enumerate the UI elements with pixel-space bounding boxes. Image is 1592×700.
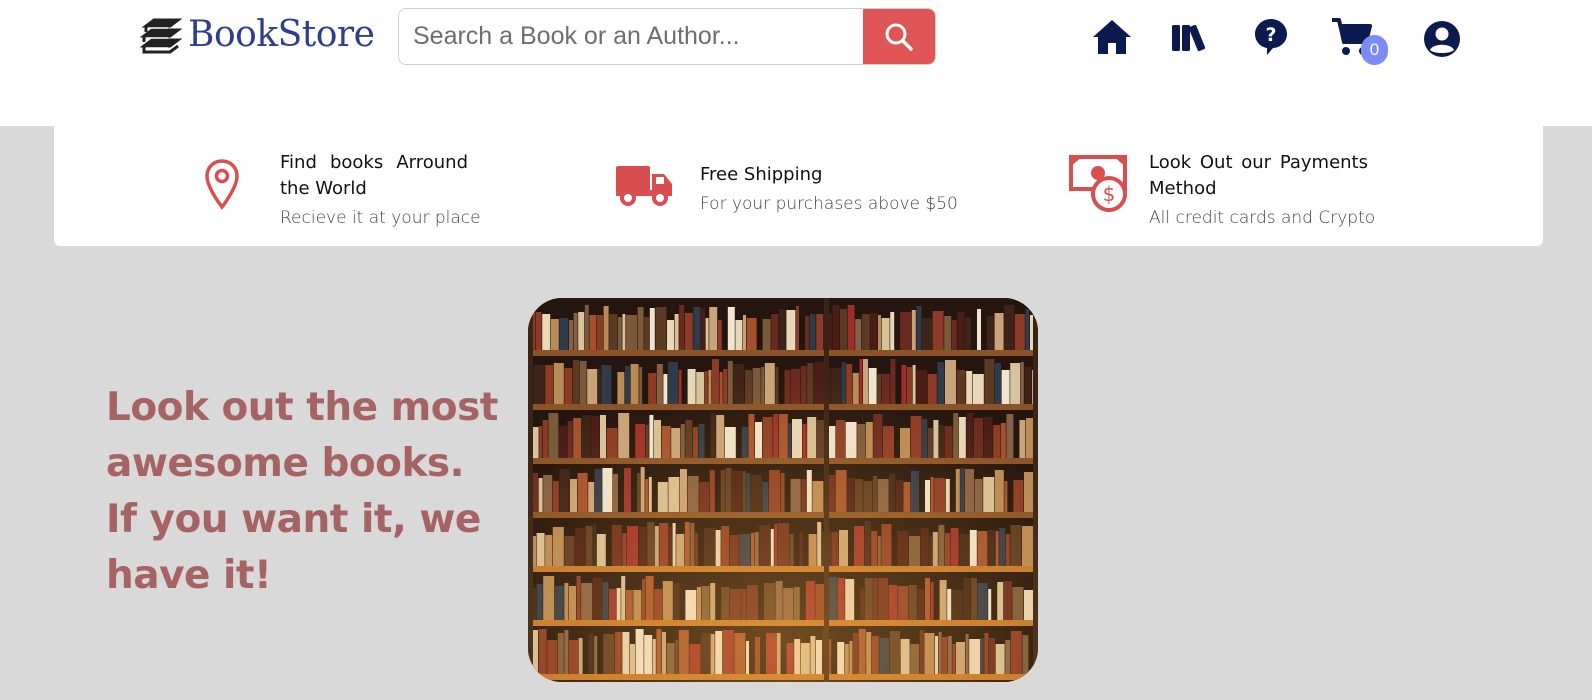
- map-pin-icon: [205, 159, 239, 210]
- nav-books[interactable]: [1167, 14, 1213, 60]
- nav-account[interactable]: [1419, 16, 1465, 62]
- home-icon: [1093, 20, 1131, 54]
- books-stack-icon: [140, 18, 182, 54]
- bookshelf-illustration: [528, 298, 1038, 682]
- search-button[interactable]: [863, 9, 935, 64]
- logo[interactable]: BookStore: [140, 4, 375, 64]
- feature-subtitle: For your purchases above $50: [700, 194, 958, 214]
- help-icon: ?: [1255, 19, 1287, 55]
- books-icon: [1172, 24, 1206, 52]
- features-strip: Find books Arround the World Recieve it …: [54, 126, 1543, 246]
- logo-text: BookStore: [188, 13, 375, 55]
- account-icon: [1424, 21, 1460, 57]
- site-header: BookStore ?: [0, 0, 1592, 126]
- feature-title: Find books Arround the World: [280, 152, 468, 199]
- feature-free-shipping: Free Shipping For your purchases above $…: [554, 126, 1034, 246]
- nav-help[interactable]: ?: [1248, 14, 1294, 60]
- truck-icon: [616, 166, 672, 206]
- feature-worldwide: Find books Arround the World Recieve it …: [54, 126, 534, 246]
- feature-payments: $ Look Out our Payments Method All credi…: [1034, 126, 1543, 246]
- money-icon: $: [1069, 155, 1127, 212]
- feature-title: Look Out our Payments Method: [1149, 152, 1368, 199]
- svg-text:?: ?: [1265, 24, 1276, 46]
- cart-count-badge: 0: [1361, 35, 1388, 65]
- feature-subtitle: All credit cards and Crypto: [1149, 208, 1376, 228]
- feature-subtitle: Recieve it at your place: [280, 208, 481, 228]
- search-bar: [398, 8, 936, 65]
- nav-home[interactable]: [1089, 14, 1135, 60]
- svg-text:$: $: [1103, 182, 1116, 206]
- hero-headline: Look out the most awesome books. If you …: [106, 385, 498, 598]
- feature-title: Free Shipping: [700, 164, 823, 185]
- bookshelf-photo: [528, 298, 1038, 682]
- search-icon: [885, 23, 913, 51]
- search-input[interactable]: [399, 9, 863, 64]
